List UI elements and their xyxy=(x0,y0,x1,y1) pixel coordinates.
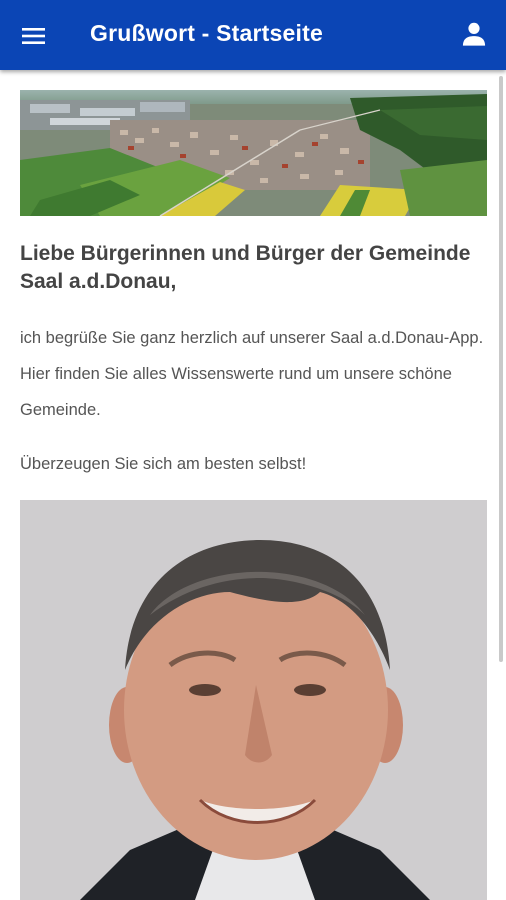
hamburger-menu-icon xyxy=(22,28,45,44)
call-to-action-text: Überzeugen Sie sich am besten selbst! xyxy=(20,455,307,473)
mayor-portrait-image xyxy=(20,500,487,900)
person-icon xyxy=(462,22,486,46)
account-button[interactable] xyxy=(454,14,494,54)
top-app-bar: Grußwort - Startseite xyxy=(0,0,506,70)
welcome-heading: Liebe Bürgerinnen und Bürger der Gemeind… xyxy=(20,242,471,293)
menu-button[interactable] xyxy=(14,16,54,56)
app-screen: Grußwort - Startseite Liebe Bürgerinnen … xyxy=(0,0,506,900)
welcome-paragraph: ich begrüße Sie ganz herzlich auf unsere… xyxy=(20,329,484,419)
page-title: Grußwort - Startseite xyxy=(90,20,323,46)
scroll-content[interactable]: Liebe Bürgerinnen und Bürger der Gemeind… xyxy=(0,70,506,900)
scrollbar[interactable] xyxy=(499,76,503,662)
banner-image xyxy=(20,90,487,216)
